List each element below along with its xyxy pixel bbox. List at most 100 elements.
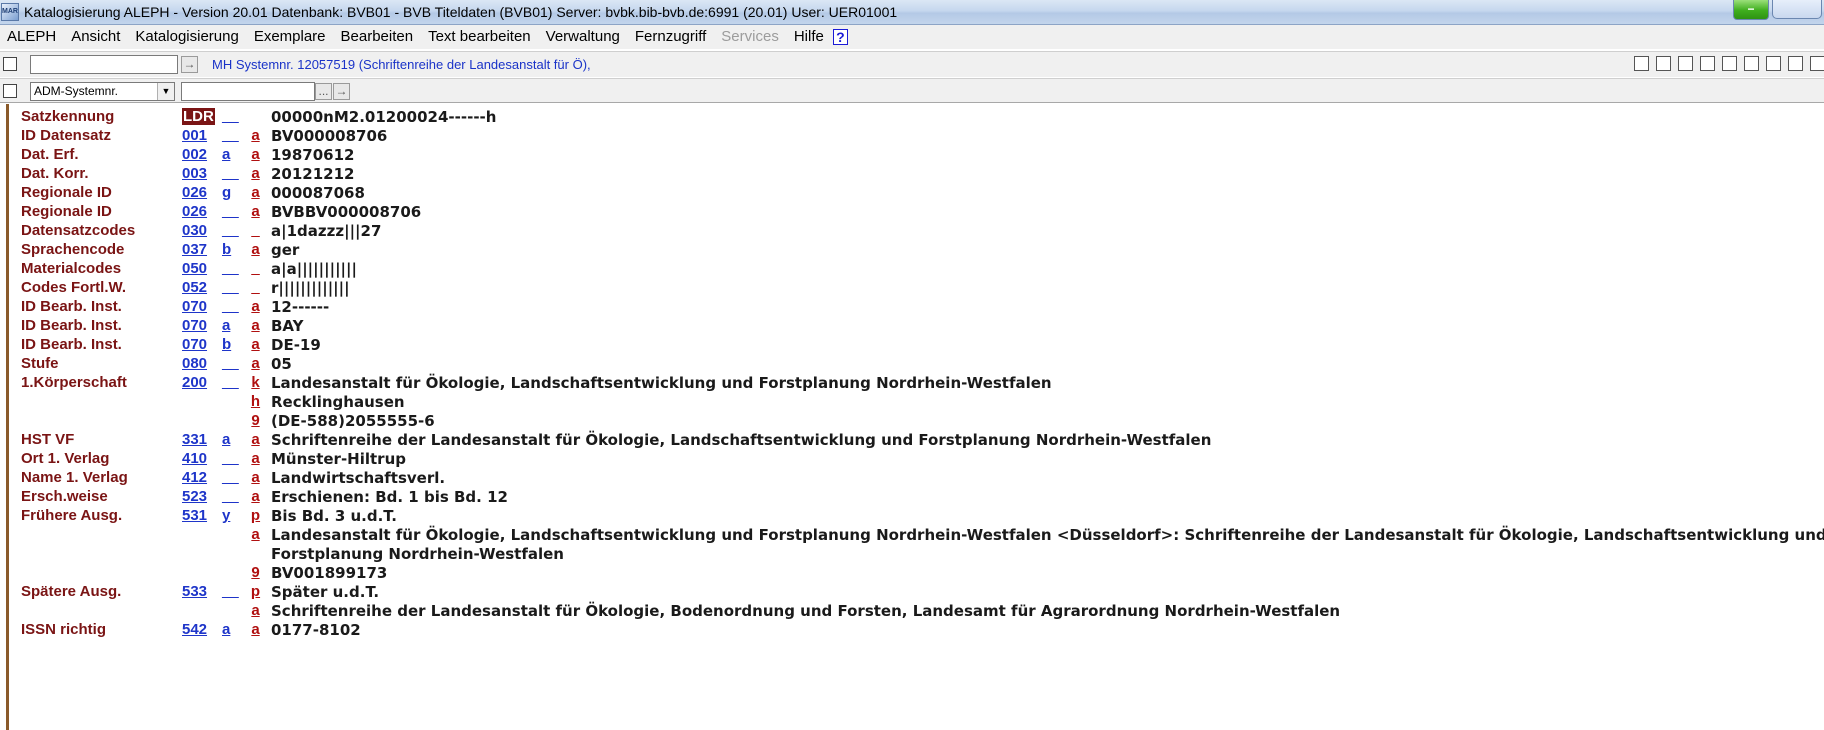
record-field-row[interactable]: Dat. Korr. 003 __ a 20121212 <box>9 164 1819 183</box>
field-value[interactable]: (DE-588)2055555-6 <box>271 412 435 430</box>
field-value[interactable]: Recklinghausen <box>271 393 405 411</box>
search-value-input[interactable] <box>181 82 315 101</box>
record-number-input[interactable] <box>30 55 178 74</box>
field-value[interactable]: BV000008706 <box>271 127 387 145</box>
subfield-code[interactable]: a <box>250 488 261 505</box>
field-tag[interactable]: 531 <box>182 507 207 524</box>
record-field-row[interactable]: Sprachencode 037 b a ger <box>9 240 1819 259</box>
minimize-button[interactable]: − <box>1733 0 1769 20</box>
subfield-code[interactable]: a <box>250 336 261 353</box>
field-indicator[interactable]: __ <box>222 279 240 296</box>
field-value[interactable]: Schriftenreihe der Landesanstalt für Öko… <box>271 602 1340 620</box>
record-field-row[interactable]: Ort 1. Verlag 410 __ a Münster-Hiltrup <box>9 449 1819 468</box>
record-field-row[interactable]: ID Bearb. Inst. 070 a a BAY <box>9 316 1819 335</box>
field-value[interactable]: BVBBV000008706 <box>271 203 421 221</box>
subfield-code[interactable]: a <box>250 602 261 619</box>
record-field-row[interactable]: Name 1. Verlag 412 __ a Landwirtschaftsverl. <box>9 468 1819 487</box>
menu-aleph[interactable]: ALEPH <box>0 25 64 49</box>
field-tag[interactable]: 331 <box>182 431 207 448</box>
field-indicator[interactable]: __ <box>222 108 240 125</box>
record-icon[interactable] <box>3 57 17 71</box>
field-indicator[interactable]: __ <box>222 355 240 372</box>
subfield-code[interactable]: 9 <box>250 564 261 581</box>
field-value[interactable]: DE-19 <box>271 336 321 354</box>
field-tag[interactable]: 026 <box>182 203 207 220</box>
subfield-code[interactable]: a <box>250 450 261 467</box>
subfield-code[interactable]: k <box>250 374 261 391</box>
field-value[interactable]: Landesanstalt für Ökologie, Landschaftse… <box>271 526 1824 544</box>
check-icon[interactable] <box>1788 56 1803 71</box>
subfield-code[interactable]: _ <box>250 222 261 239</box>
field-indicator[interactable]: __ <box>222 469 240 486</box>
copy-icon[interactable] <box>1766 56 1781 71</box>
subfield-code[interactable]: a <box>250 355 261 372</box>
field-indicator[interactable]: __ <box>222 374 240 391</box>
close-button[interactable] <box>1772 0 1822 19</box>
field-value[interactable]: Bis Bd. 3 u.d.T. <box>271 507 397 525</box>
field-tag[interactable]: 070 <box>182 317 207 334</box>
field-indicator[interactable]: __ <box>222 583 240 600</box>
field-tag[interactable]: 030 <box>182 222 207 239</box>
format-icon[interactable] <box>1656 56 1671 71</box>
app-icon[interactable]: MARC <box>1 3 19 21</box>
field-indicator[interactable]: a <box>222 431 240 448</box>
record-field-row[interactable]: Regionale ID 026 __ a BVBBV000008706 <box>9 202 1819 221</box>
field-indicator[interactable]: __ <box>222 127 240 144</box>
menu-bearbeiten[interactable]: Bearbeiten <box>334 25 422 49</box>
field-indicator[interactable]: __ <box>222 203 240 220</box>
field-value[interactable]: 00000nM2.01200024------h <box>271 108 496 126</box>
field-tag[interactable]: 037 <box>182 241 207 258</box>
subfield-code[interactable]: _ <box>250 260 261 277</box>
field-indicator[interactable]: g <box>222 184 240 201</box>
field-indicator[interactable]: __ <box>222 488 240 505</box>
record-field-row[interactable]: Frühere Ausg. 531 y p Bis Bd. 3 u.d.T. <box>9 506 1819 525</box>
subfield-code[interactable]: a <box>250 431 261 448</box>
window-icon[interactable] <box>1810 56 1824 71</box>
record-field-row[interactable]: Dat. Erf. 002 a a 19870612 <box>9 145 1819 164</box>
print-icon[interactable] <box>1634 56 1649 71</box>
field-tag[interactable]: 052 <box>182 279 207 296</box>
field-tag[interactable]: 002 <box>182 146 207 163</box>
record-field-row[interactable]: 9 BV001899173 <box>9 563 1819 582</box>
record-field-row[interactable]: Codes Fortl.W. 052 __ _ r||||||||||||| <box>9 278 1819 297</box>
field-indicator[interactable]: a <box>222 621 240 638</box>
field-value[interactable]: Landesanstalt für Ökologie, Landschaftse… <box>271 374 1052 392</box>
record-field-row[interactable]: Spätere Ausg. 533 __ p Später u.d.T. <box>9 582 1819 601</box>
field-value[interactable]: Später u.d.T. <box>271 583 379 601</box>
search-go-button[interactable]: → <box>333 83 350 100</box>
menu-exemplare[interactable]: Exemplare <box>247 25 334 49</box>
field-tag[interactable]: LDR <box>182 108 215 125</box>
record-field-row[interactable]: Materialcodes 050 __ _ a|a||||||||||| <box>9 259 1819 278</box>
search-index-select[interactable]: ADM-Systemnr. ▼ <box>30 82 175 101</box>
subfield-code[interactable]: a <box>250 165 261 182</box>
menu-ansicht[interactable]: Ansicht <box>64 25 128 49</box>
subfield-code[interactable]: _ <box>250 279 261 296</box>
record-field-row[interactable]: Forstplanung Nordrhein-Westfalen <box>9 544 1819 563</box>
record-field-row[interactable]: ISSN richtig 542 a a 0177-8102 <box>9 620 1819 639</box>
subfield-code[interactable]: h <box>250 393 261 410</box>
field-tag[interactable]: 070 <box>182 298 207 315</box>
menu-fernzugriff[interactable]: Fernzugriff <box>628 25 714 49</box>
subfield-code[interactable]: a <box>250 127 261 144</box>
browse-button[interactable]: ... <box>315 83 332 100</box>
field-tag[interactable]: 410 <box>182 450 207 467</box>
field-value[interactable]: Landwirtschaftsverl. <box>271 469 445 487</box>
record-field-row[interactable]: 9 (DE-588)2055555-6 <box>9 411 1819 430</box>
field-value[interactable]: 0177-8102 <box>271 621 361 639</box>
menu-katalogisierung[interactable]: Katalogisierung <box>128 25 246 49</box>
record-field-row[interactable]: HST VF 331 a a Schriftenreihe der Landesanst… <box>9 430 1819 449</box>
field-indicator[interactable]: a <box>222 146 240 163</box>
field-tag[interactable]: 080 <box>182 355 207 372</box>
field-indicator[interactable]: __ <box>222 298 240 315</box>
field-indicator[interactable]: __ <box>222 450 240 467</box>
subfield-code[interactable]: a <box>250 241 261 258</box>
subfield-code[interactable]: a <box>250 317 261 334</box>
help-icon[interactable]: ? <box>832 29 848 45</box>
menu-text-bearbeiten[interactable]: Text bearbeiten <box>421 25 539 49</box>
subfield-code[interactable]: a <box>250 526 261 543</box>
tree-icon[interactable] <box>1678 56 1693 71</box>
record-field-row[interactable]: Ersch.weise 523 __ a Erschienen: Bd. 1 bis B… <box>9 487 1819 506</box>
record-field-row[interactable]: Regionale ID 026 g a 000087068 <box>9 183 1819 202</box>
subfield-code[interactable]: a <box>250 621 261 638</box>
field-value[interactable]: 20121212 <box>271 165 355 183</box>
